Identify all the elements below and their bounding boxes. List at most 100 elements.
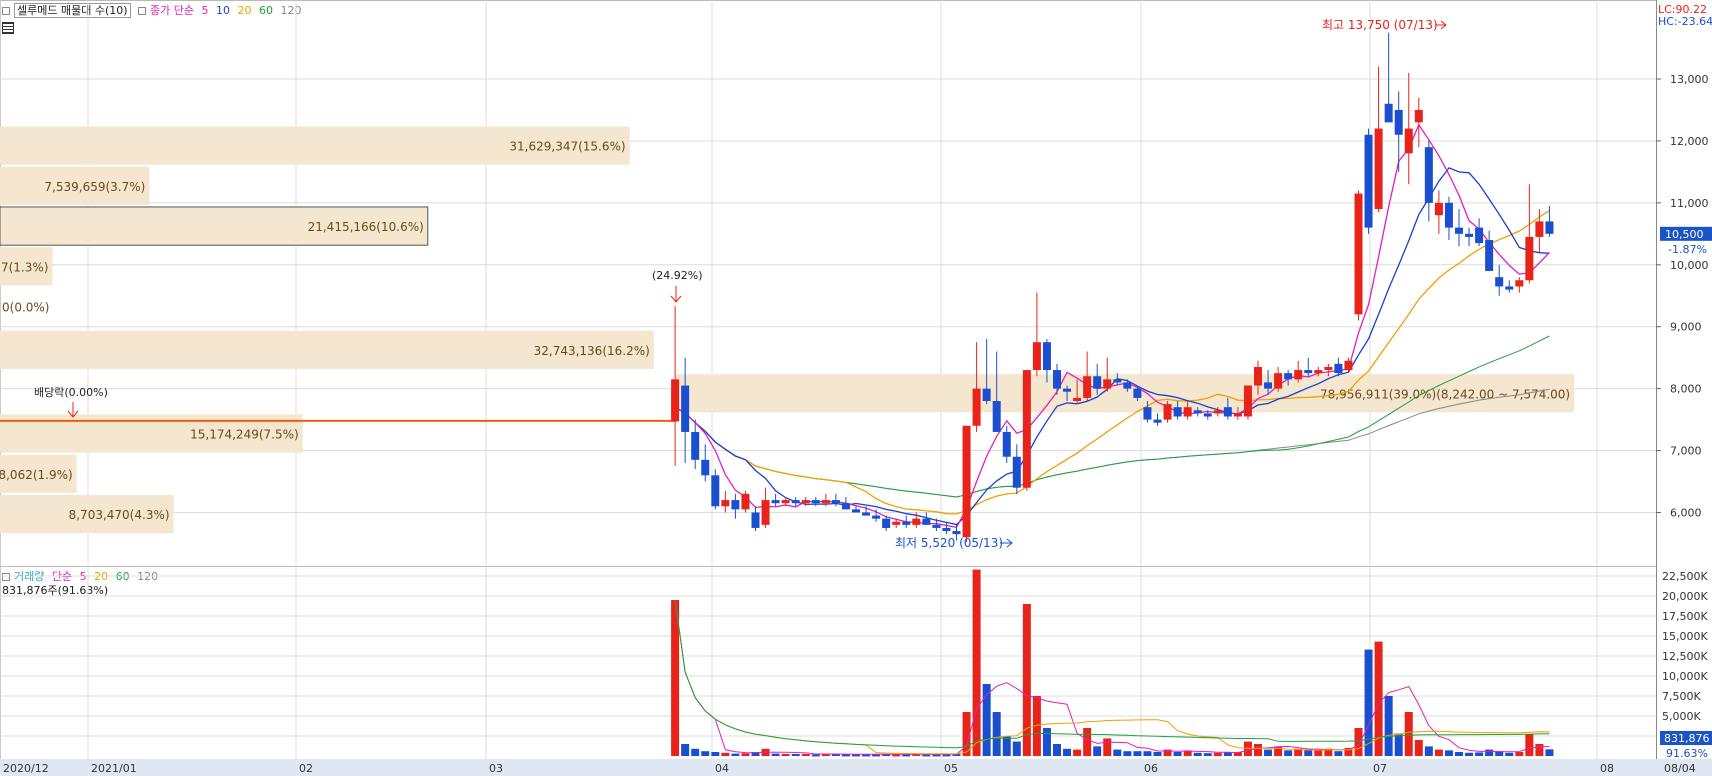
current-volume-pct-label: 91.63% bbox=[1666, 747, 1708, 760]
volume-bar bbox=[1465, 752, 1474, 756]
candle-body bbox=[1022, 370, 1031, 488]
candle-body bbox=[1153, 419, 1162, 423]
volume-profile-label: 31,629,347(15.6%) bbox=[509, 140, 625, 154]
candle-body bbox=[1404, 128, 1413, 154]
candle-body bbox=[1012, 456, 1021, 488]
candle-body bbox=[1103, 379, 1112, 389]
low-annotation: 최저 5,520 (05/13) bbox=[895, 536, 1003, 550]
candle-body bbox=[1002, 431, 1011, 457]
candle-body bbox=[1133, 388, 1142, 398]
y-tick-label: 11,000 bbox=[1670, 197, 1709, 210]
volume-bar bbox=[701, 751, 710, 756]
dividend-annotation: 배당락(0.00%) bbox=[34, 386, 108, 399]
candle-body bbox=[1042, 342, 1051, 371]
volume-bar bbox=[1444, 750, 1453, 756]
candle-body bbox=[1344, 360, 1353, 371]
spike-annotation: (24.92%) bbox=[652, 269, 703, 282]
volume-bar bbox=[1113, 749, 1122, 756]
volume-bar bbox=[771, 753, 780, 756]
volume-bar bbox=[811, 754, 820, 757]
volume-tick-label: 20,000K bbox=[1662, 590, 1708, 603]
volume-tick-label: 17,500K bbox=[1662, 610, 1708, 623]
volume-bar bbox=[1515, 752, 1524, 756]
volume-bar bbox=[1304, 749, 1313, 756]
volume-profile-label: 7,539,659(3.7%) bbox=[44, 180, 145, 194]
candle-body bbox=[1364, 134, 1373, 228]
x-tick-label: 2021/01 bbox=[91, 762, 137, 775]
volume-bar bbox=[1455, 752, 1463, 756]
current-price-label: 10,500 bbox=[1665, 228, 1704, 241]
x-tick-label: 03 bbox=[489, 762, 503, 775]
candle-body bbox=[821, 500, 830, 504]
volume-bar bbox=[1002, 736, 1011, 756]
candle-body bbox=[1324, 366, 1333, 371]
ma-line-5 bbox=[674, 123, 1550, 529]
volume-bar bbox=[1384, 696, 1393, 756]
volume-tick-label: 22,500K bbox=[1662, 570, 1708, 583]
volume-bar bbox=[1042, 728, 1051, 756]
y-tick-label: 12,000 bbox=[1670, 135, 1709, 148]
spike-arrow bbox=[670, 286, 682, 303]
x-tick-label: 02 bbox=[299, 762, 313, 775]
candle-body bbox=[701, 459, 710, 476]
candle-body bbox=[932, 524, 941, 528]
candle-body bbox=[962, 425, 971, 538]
candle-body bbox=[1183, 407, 1192, 417]
candle-body bbox=[1475, 227, 1484, 244]
volume-bar bbox=[1073, 749, 1082, 756]
candle-body bbox=[671, 379, 680, 422]
candle-body bbox=[1434, 202, 1443, 216]
candle-body bbox=[1535, 221, 1544, 237]
x-tick-label: 08 bbox=[1600, 762, 1614, 775]
volume-tick-label: 10,000K bbox=[1662, 670, 1708, 683]
x-tick-label: 06 bbox=[1144, 762, 1158, 775]
volume-profile-label: 21,415,166(10.6%) bbox=[308, 220, 424, 234]
candle-body bbox=[1314, 370, 1323, 374]
volume-bar bbox=[741, 753, 750, 756]
candle-body bbox=[781, 500, 790, 504]
volume-bar bbox=[1414, 740, 1423, 756]
volume-bar bbox=[1103, 738, 1112, 756]
candle-body bbox=[1394, 109, 1403, 135]
candle-body bbox=[922, 518, 931, 525]
candle-body bbox=[972, 388, 981, 426]
volume-bar bbox=[1545, 749, 1554, 756]
volume-bar bbox=[1123, 751, 1132, 756]
volume-bar bbox=[1424, 746, 1433, 756]
volume-profile-label: 15,174,249(7.5%) bbox=[190, 428, 299, 442]
y-tick-label: 6,000 bbox=[1670, 506, 1702, 519]
volume-bar bbox=[711, 752, 720, 756]
candle-body bbox=[1465, 233, 1474, 237]
candle-body bbox=[1274, 373, 1283, 389]
volume-bar bbox=[1053, 744, 1061, 756]
volume-bar bbox=[791, 754, 800, 756]
volume-bar bbox=[1173, 752, 1182, 756]
candle-body bbox=[1053, 370, 1061, 389]
candle-body bbox=[1545, 221, 1554, 234]
candle-body bbox=[741, 493, 750, 510]
high-annotation: 최고 13,750 (07/13) bbox=[1322, 18, 1438, 32]
volume-ma-line-20 bbox=[674, 599, 1550, 755]
candle-body bbox=[1193, 410, 1202, 414]
candle-body bbox=[892, 521, 901, 525]
candle-body bbox=[751, 512, 760, 528]
volume-ma-line-5 bbox=[674, 599, 1550, 755]
candle-body bbox=[771, 500, 780, 504]
candle-body bbox=[1354, 193, 1363, 315]
candle-body bbox=[902, 521, 911, 525]
candle-body bbox=[1444, 202, 1453, 228]
candle-body bbox=[1213, 410, 1222, 414]
volume-bar bbox=[1213, 752, 1222, 756]
candle-body bbox=[1243, 385, 1252, 417]
price-panel-frame bbox=[0, 0, 1657, 567]
volume-tick-label: 5,000K bbox=[1662, 710, 1701, 723]
candle-body bbox=[1334, 363, 1343, 374]
candle-body bbox=[831, 500, 840, 504]
x-tick-label: 04 bbox=[715, 762, 729, 775]
volume-bar bbox=[1434, 749, 1443, 756]
volume-bar bbox=[1404, 712, 1413, 756]
y-tick-label: 9,000 bbox=[1670, 321, 1702, 334]
candle-body bbox=[992, 401, 1001, 432]
volume-bar bbox=[992, 712, 1001, 756]
candle-body bbox=[1113, 379, 1122, 383]
